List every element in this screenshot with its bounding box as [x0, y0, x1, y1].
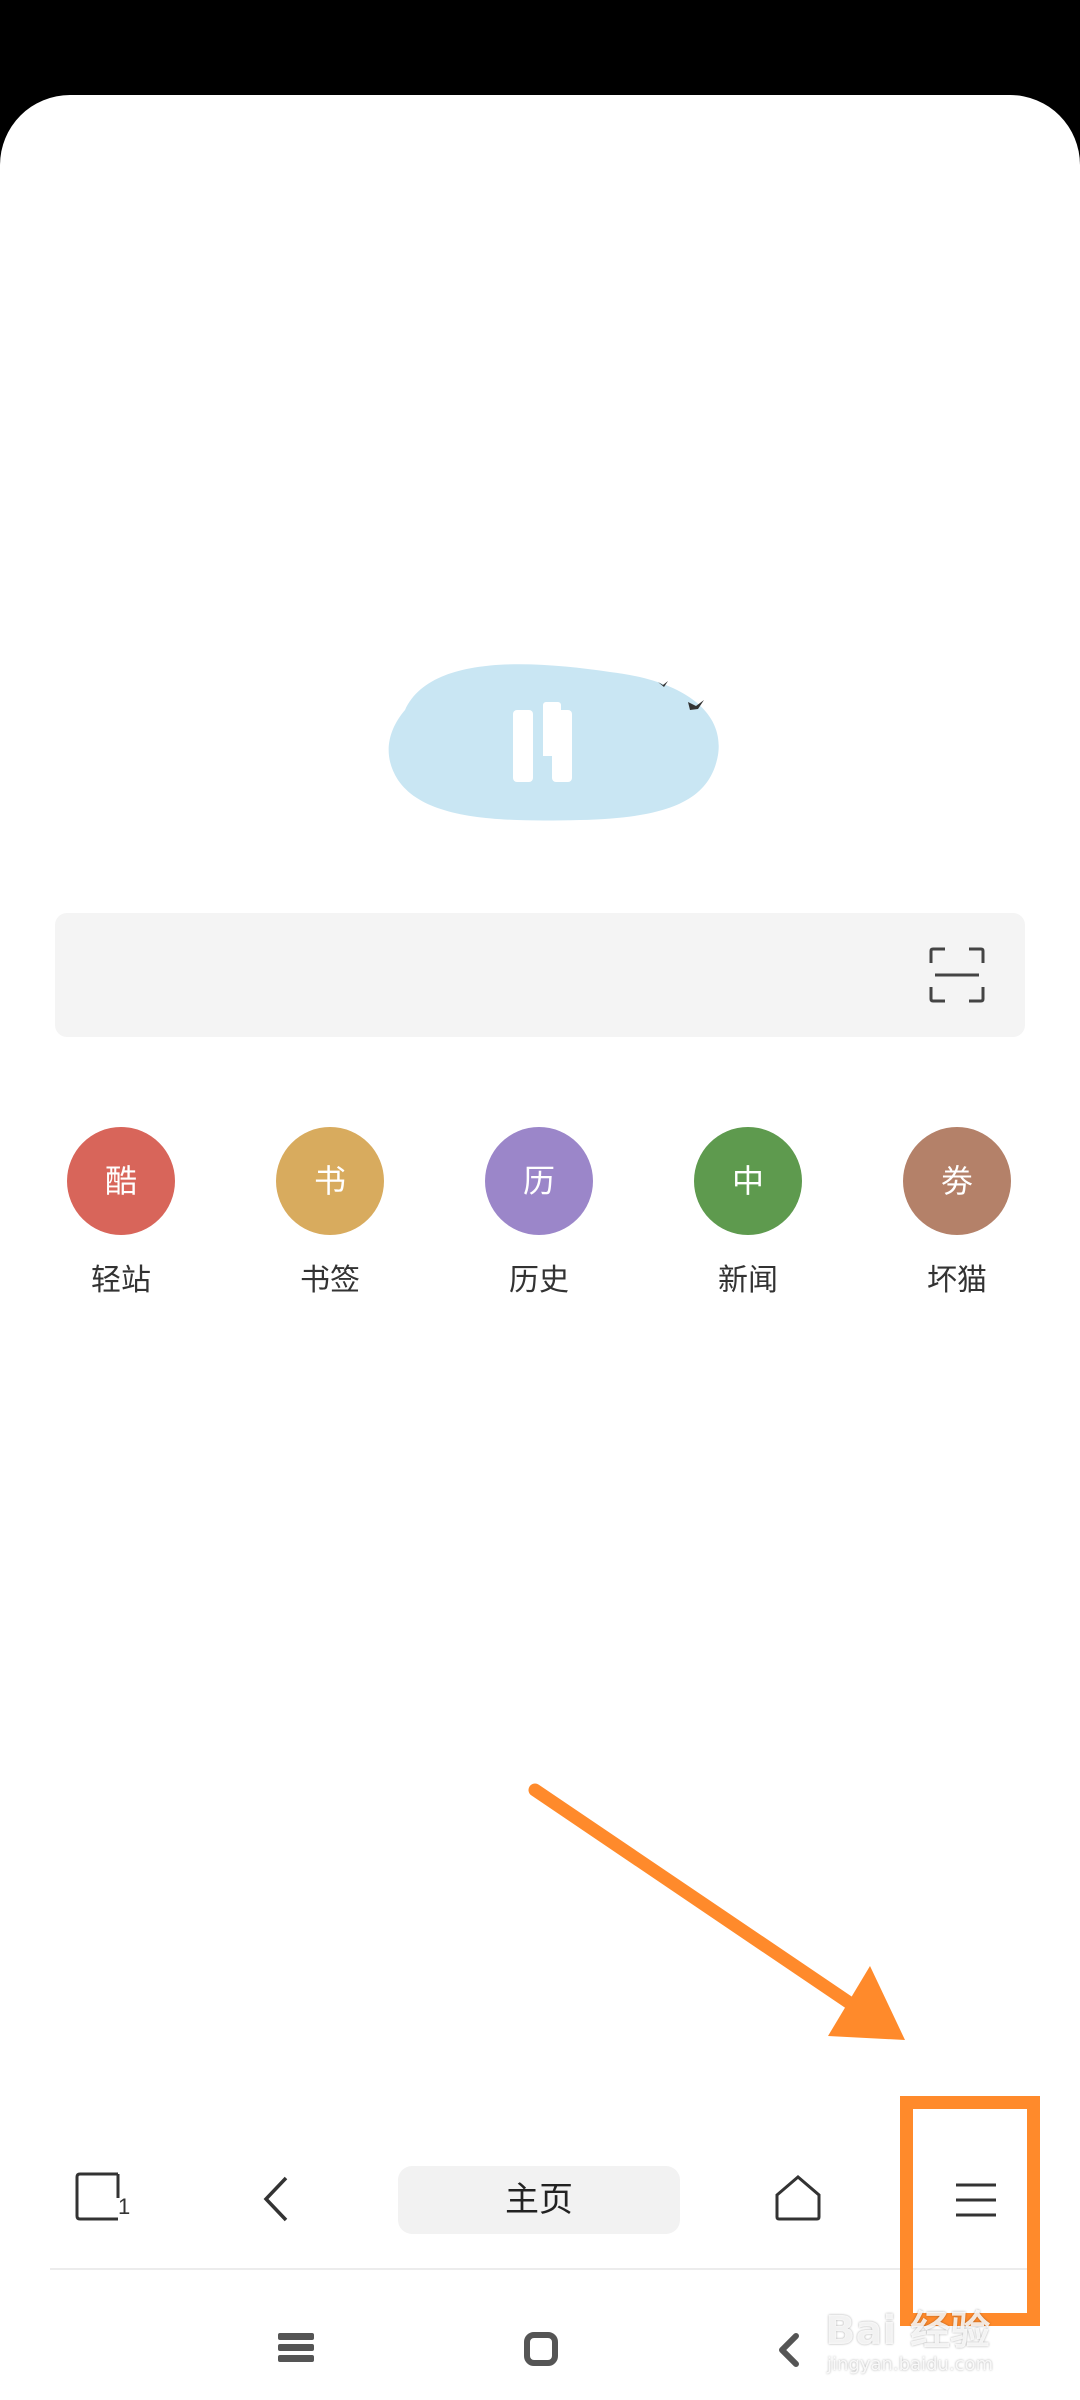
back-arrow-icon[interactable]: [258, 2174, 298, 2224]
shortcut-label: 书签: [300, 1263, 360, 1298]
shortcut-light-station[interactable]: 酷 轻站: [41, 1127, 201, 1299]
shortcut-grid: 酷 轻站 书 书签 历 历史 中 新闻 劵 坏猫: [0, 1127, 1080, 1307]
shortcut-label: 历史: [509, 1263, 569, 1298]
watermark-main: Bai 经验: [825, 2308, 991, 2354]
shortcut-news[interactable]: 中 新闻: [668, 1127, 828, 1299]
shortcut-icon: 历: [485, 1127, 593, 1235]
shortcut-label: 轻站: [91, 1263, 151, 1298]
shortcut-label: 新闻: [718, 1263, 778, 1298]
shortcut-label: 坏猫: [927, 1263, 987, 1298]
watermark-sub: jingyan.baidu.com: [827, 2354, 994, 2375]
browser-home-screen: 酷 轻站 书 书签 历 历史 中 新闻 劵 坏猫: [0, 95, 1080, 2400]
scan-icon[interactable]: [929, 947, 985, 1003]
baidu-watermark: Bai 经验 jingyan.baidu.com: [825, 2298, 1075, 2398]
shortcut-bookmarks[interactable]: 书 书签: [250, 1127, 410, 1299]
annotation-highlight-box: [900, 2096, 1040, 2326]
shortcut-icon: 书: [276, 1127, 384, 1235]
shortcut-icon: 中: [694, 1127, 802, 1235]
home-icon[interactable]: [773, 2173, 823, 2223]
divider: [50, 2268, 1030, 2270]
home-button[interactable]: 主页: [398, 2166, 680, 2234]
shortcut-badcat[interactable]: 劵 坏猫: [877, 1127, 1037, 1299]
shortcut-icon: 酷: [67, 1127, 175, 1235]
shortcut-icon: 劵: [903, 1127, 1011, 1235]
tab-count: 1: [118, 2194, 131, 2219]
recent-apps-icon[interactable]: [278, 2333, 314, 2363]
shortcut-history[interactable]: 历 历史: [459, 1127, 619, 1299]
home-square-icon[interactable]: [524, 2332, 558, 2366]
search-bar[interactable]: [55, 913, 1025, 1037]
browser-logo: [388, 664, 719, 821]
back-icon[interactable]: [774, 2332, 802, 2368]
